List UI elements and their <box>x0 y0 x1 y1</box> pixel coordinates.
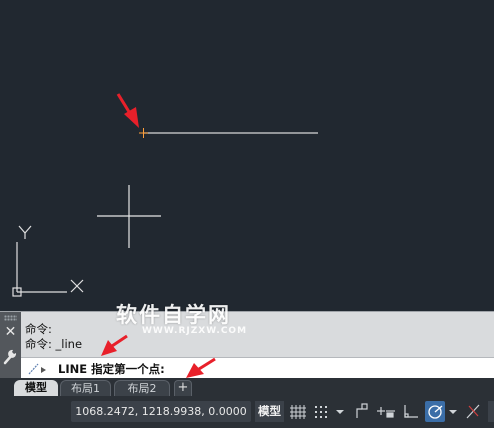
start-point-marker <box>139 128 148 138</box>
polar-tracking-icon[interactable] <box>425 401 445 422</box>
drawing-canvas[interactable] <box>0 0 494 311</box>
tab-layout1[interactable]: 布局1 <box>60 380 111 397</box>
annotation-arrow-start-point <box>116 93 139 128</box>
drawing-svg <box>12 93 318 297</box>
ortho-icon[interactable] <box>401 401 421 422</box>
snap-icon[interactable] <box>312 401 332 422</box>
annotation-arrow-line-command <box>101 334 128 356</box>
status-bar: 1068.2472, 1218.9938, 0.0000 模型 <box>0 396 494 428</box>
add-layout-button[interactable]: + <box>174 380 192 397</box>
command-annotation-arrows <box>101 334 216 378</box>
ucs-icon <box>12 225 84 297</box>
model-space-button[interactable]: 模型 <box>255 401 284 422</box>
crosshair-cursor <box>97 185 161 248</box>
layout-tabs: 模型 布局1 布局2 + <box>0 378 494 397</box>
dynamic-input-icon[interactable] <box>377 401 397 422</box>
grid-icon[interactable] <box>288 401 308 422</box>
status-overflow[interactable] <box>488 401 494 422</box>
polar-dropdown-icon[interactable] <box>446 401 460 422</box>
infer-constraints-icon[interactable] <box>352 401 372 422</box>
object-snap-icon[interactable] <box>463 401 483 422</box>
snap-dropdown-icon[interactable] <box>333 401 347 422</box>
command-line-panel: ✕ 命令: 命令: _line LINE 指定第一个点: <box>0 311 494 380</box>
annotation-arrow-prompt <box>186 357 216 378</box>
tab-layout2[interactable]: 布局2 <box>114 380 170 397</box>
tab-model[interactable]: 模型 <box>14 380 58 396</box>
coordinates-readout[interactable]: 1068.2472, 1218.9938, 0.0000 <box>71 401 251 422</box>
